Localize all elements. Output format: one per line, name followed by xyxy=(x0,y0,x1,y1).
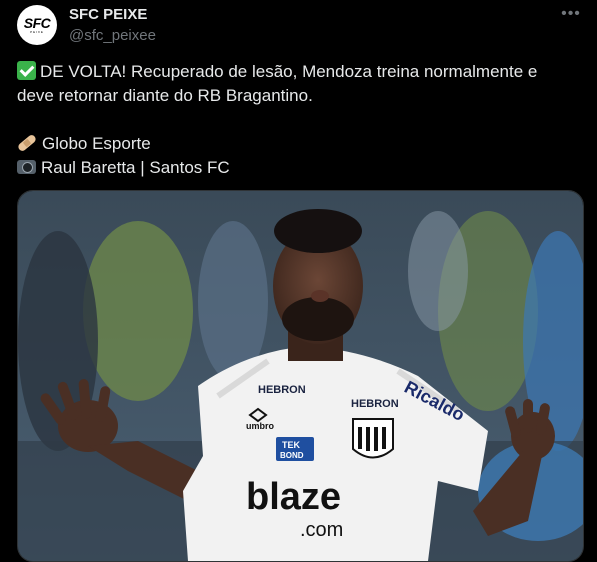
tweet-line-4-text: Raul Baretta | Santos FC xyxy=(41,158,230,177)
bond-text: BOND xyxy=(280,451,304,460)
avatar-logo-text: SFC xyxy=(23,15,51,31)
tweet-line-1: DE VOLTA! Recuperado de lesão, Mendoza t… xyxy=(17,60,582,84)
tweet-text: DE VOLTA! Recuperado de lesão, Mendoza t… xyxy=(16,60,582,180)
main-sponsor-suffix-text: .com xyxy=(300,519,343,541)
tweet-photo[interactable]: HEBRON HEBRON Ricaldo umbro TEK BOND bla… xyxy=(17,190,584,562)
sponsor-right-text: HEBRON xyxy=(351,398,399,410)
bandage-icon xyxy=(16,133,38,153)
avatar[interactable]: SFC PEIXE xyxy=(17,5,57,45)
tweet-line-3-text: Globo Esporte xyxy=(42,134,151,153)
tweet-line-2: deve retornar diante do RB Bragantino. xyxy=(17,86,313,105)
santos-crest-icon xyxy=(352,418,394,459)
main-sponsor-text: blaze xyxy=(246,476,341,518)
author-handle[interactable]: @sfc_peixee xyxy=(69,27,156,44)
tweet-line-4: Raul Baretta | Santos FC xyxy=(17,156,582,180)
umbro-logo-text: umbro xyxy=(246,421,275,431)
sponsor-left-text: HEBRON xyxy=(258,384,306,396)
camera-icon xyxy=(17,160,36,174)
author-display-name[interactable]: SFC PEIXE xyxy=(69,6,147,23)
tek-text: TEK xyxy=(282,440,301,450)
tweet-line-1-text: DE VOLTA! Recuperado de lesão, Mendoza t… xyxy=(40,62,538,81)
check-mark-icon xyxy=(17,61,36,80)
tweet-line-3: Globo Esporte xyxy=(16,132,582,156)
more-horizontal-icon[interactable]: ••• xyxy=(561,4,581,24)
avatar-logo-subtext: PEIXE xyxy=(30,30,44,34)
